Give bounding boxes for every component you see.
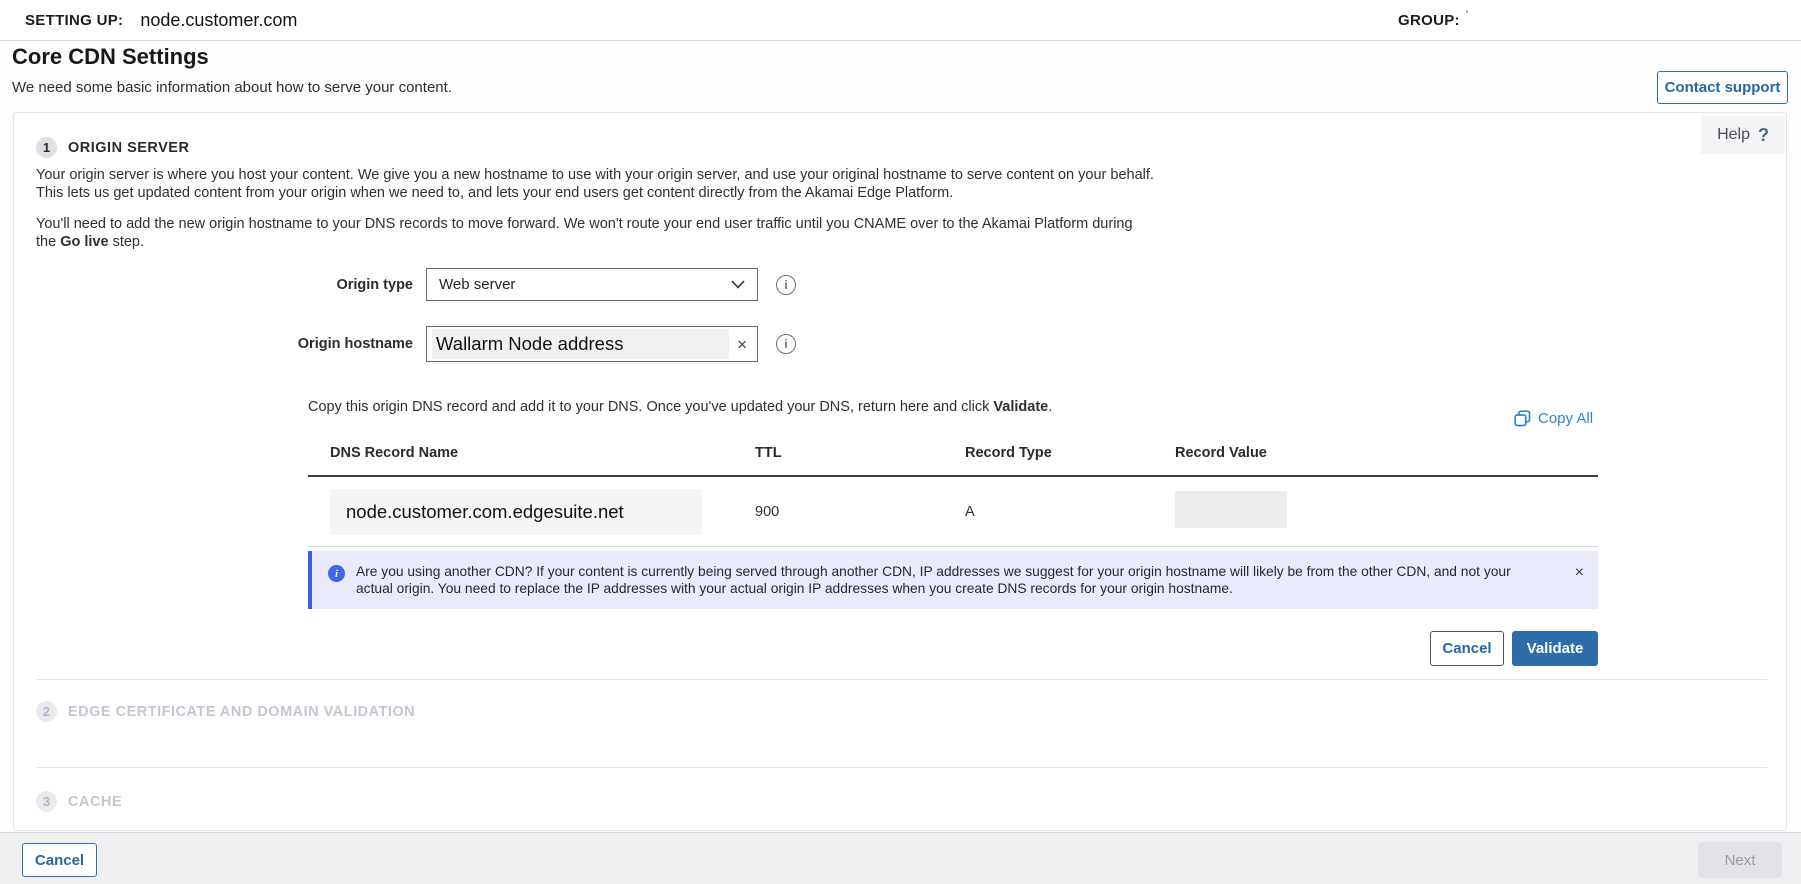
- step3-header: 3 CACHE: [36, 791, 122, 812]
- help-tab[interactable]: Help ?: [1701, 116, 1785, 154]
- dns-records-note-tail: step.: [109, 234, 144, 250]
- copy-all-link[interactable]: Copy All: [1514, 410, 1593, 427]
- dns-record-name-cell: node.customer.com.edgesuite.net: [330, 489, 755, 535]
- origin-hostname-row: Origin hostname Wallarm Node address × i: [36, 326, 796, 362]
- step3-number-badge: 3: [36, 791, 57, 812]
- col-ttl: TTL: [755, 445, 965, 461]
- col-dns-record-name: DNS Record Name: [330, 445, 755, 461]
- origin-hostname-info-icon[interactable]: i: [776, 334, 796, 354]
- page-subtitle: We need some basic information about how…: [12, 79, 452, 96]
- setup-hostname: node.customer.com: [140, 10, 297, 31]
- dns-records-note: You'll need to add the new origin hostna…: [36, 216, 1136, 252]
- step1-title: ORIGIN SERVER: [68, 140, 189, 156]
- dns-record-name-value[interactable]: node.customer.com.edgesuite.net: [330, 489, 702, 535]
- section-divider: [36, 767, 1767, 768]
- clear-input-icon[interactable]: ×: [737, 336, 747, 353]
- step1-cancel-button[interactable]: Cancel: [1430, 631, 1504, 666]
- question-mark-icon: ?: [1758, 125, 1769, 146]
- record-type-cell: A: [965, 504, 1175, 520]
- step1-number-badge: 1: [36, 137, 57, 158]
- main-panel: Help ? 1 ORIGIN SERVER Your origin serve…: [13, 112, 1787, 831]
- footer-next-button[interactable]: Next: [1698, 842, 1782, 878]
- origin-server-description: Your origin server is where you host you…: [36, 167, 1156, 203]
- section-divider: [36, 679, 1767, 680]
- step1-actions: Cancel Validate: [1430, 631, 1598, 666]
- copy-icon: [1514, 410, 1531, 427]
- origin-type-select[interactable]: Web server: [426, 268, 758, 301]
- page: SETTING UP: node.customer.com GROUP: ' C…: [0, 0, 1801, 884]
- step3-title: CACHE: [68, 794, 122, 810]
- origin-type-row: Origin type Web server i: [36, 268, 796, 301]
- page-title: Core CDN Settings: [12, 44, 209, 70]
- copy-dns-instruction: Copy this origin DNS record and add it t…: [308, 399, 1052, 415]
- go-live-bold: Go live: [60, 234, 108, 250]
- record-value-cell: [1175, 491, 1598, 533]
- group-wrap: GROUP: ': [1398, 0, 1468, 41]
- footer-cancel-button[interactable]: Cancel: [22, 843, 97, 877]
- setting-up-label: SETTING UP:: [25, 12, 123, 29]
- group-value: ': [1466, 9, 1468, 21]
- dns-record-table: DNS Record Name TTL Record Type Record V…: [308, 445, 1598, 547]
- help-label: Help: [1717, 126, 1750, 144]
- info-icon: i: [328, 565, 345, 582]
- validate-bold: Validate: [993, 399, 1048, 415]
- step2-title: EDGE CERTIFICATE AND DOMAIN VALIDATION: [68, 704, 415, 720]
- group-label: GROUP:: [1398, 12, 1460, 29]
- footer-bar: Cancel Next: [0, 832, 1801, 884]
- copy-instruction-text: Copy this origin DNS record and add it t…: [308, 399, 993, 415]
- step2-header: 2 EDGE CERTIFICATE AND DOMAIN VALIDATION: [36, 701, 415, 722]
- step1-header: 1 ORIGIN SERVER: [36, 137, 189, 158]
- table-row: node.customer.com.edgesuite.net 900 A: [308, 477, 1598, 547]
- copy-instruction-tail: .: [1048, 399, 1052, 415]
- col-record-type: Record Type: [965, 445, 1175, 461]
- origin-hostname-input[interactable]: Wallarm Node address ×: [426, 326, 758, 362]
- close-icon[interactable]: ×: [1575, 564, 1584, 582]
- contact-support-button[interactable]: Contact support: [1657, 71, 1788, 104]
- validate-button[interactable]: Validate: [1512, 631, 1598, 666]
- other-cdn-info-banner: i Are you using another CDN? If your con…: [308, 551, 1598, 609]
- chevron-down-icon: [731, 280, 745, 289]
- origin-hostname-value: Wallarm Node address: [432, 329, 729, 359]
- origin-type-label: Origin type: [36, 277, 426, 293]
- origin-type-value: Web server: [439, 276, 731, 293]
- record-value-redacted: [1175, 491, 1287, 528]
- dns-table-header: DNS Record Name TTL Record Type Record V…: [308, 445, 1598, 477]
- origin-hostname-label: Origin hostname: [36, 336, 426, 352]
- ttl-cell: 900: [755, 504, 965, 520]
- dns-records-note-text: You'll need to add the new origin hostna…: [36, 216, 1133, 250]
- copy-all-label: Copy All: [1538, 410, 1593, 427]
- step2-number-badge: 2: [36, 701, 57, 722]
- top-bar: SETTING UP: node.customer.com GROUP: ': [0, 0, 1801, 41]
- banner-text: Are you using another CDN? If your conte…: [356, 563, 1564, 597]
- origin-type-info-icon[interactable]: i: [776, 275, 796, 295]
- col-record-value: Record Value: [1175, 445, 1598, 461]
